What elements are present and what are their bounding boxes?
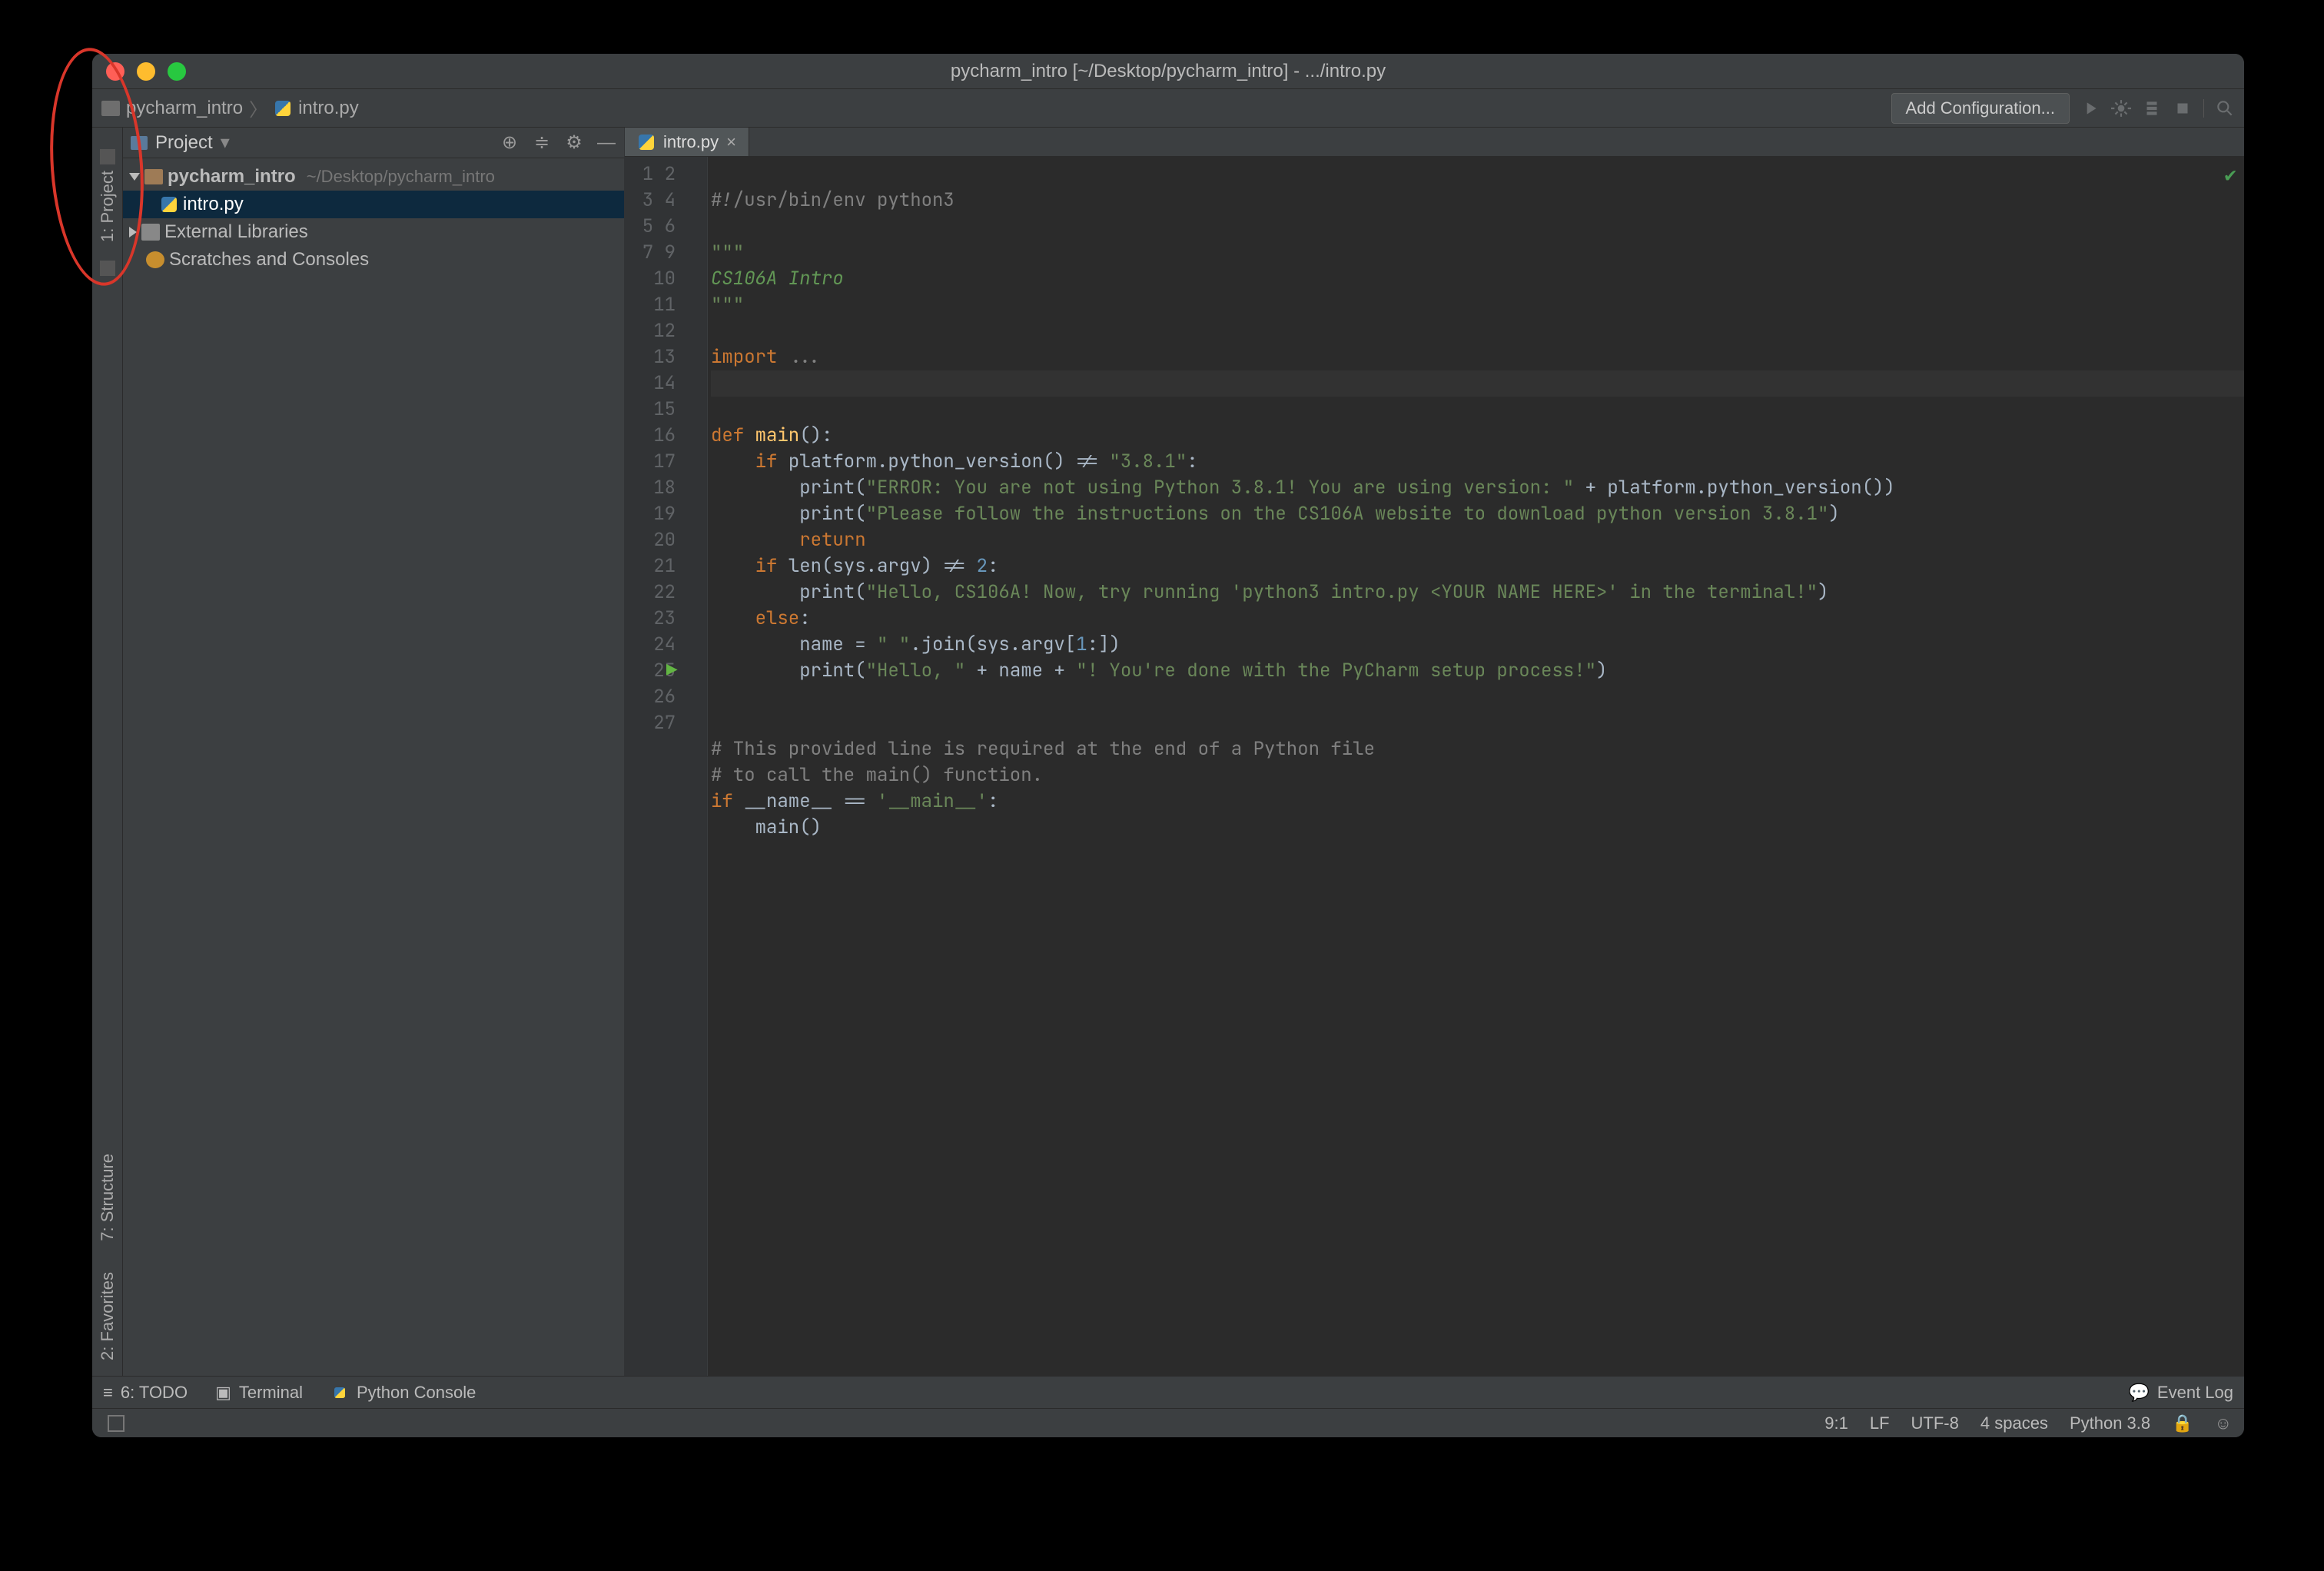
project-panel-tools: ⊕ ≑ ⚙ —: [500, 133, 616, 153]
event-log-label: Event Log: [2157, 1383, 2233, 1403]
project-view-icon: [131, 136, 148, 150]
breadcrumb: pycharm_intro 〉 intro.py: [101, 95, 359, 121]
toolbar-right: Add Configuration...: [1891, 93, 2235, 124]
close-tab-icon[interactable]: ×: [726, 132, 736, 152]
line-separator[interactable]: LF: [1870, 1413, 1890, 1433]
python-console-label: Python Console: [357, 1383, 476, 1403]
tree-root-label: pycharm_intro: [168, 166, 296, 188]
python-icon: [334, 1386, 347, 1399]
list-icon: ≡: [103, 1383, 113, 1403]
editor-body: 1 2 3 4 5 6 7 9 10 11 12 13 14 15 16 17 …: [625, 157, 2244, 1376]
project-tree: pycharm_intro ~/Desktop/pycharm_intro in…: [123, 158, 624, 278]
project-tool-window: Project ▾ ⊕ ≑ ⚙ — pycharm_intro ~/Deskto…: [123, 128, 625, 1376]
editor-area: intro.py × 1 2 3 4 5 6 7 9 10 11 12 13 1…: [625, 128, 2244, 1376]
rail-favorites[interactable]: 2: Favorites: [98, 1272, 118, 1360]
python-file-icon: [160, 195, 178, 214]
python-console-tool-button[interactable]: Python Console: [330, 1383, 476, 1403]
disclosure-down-icon[interactable]: [129, 173, 140, 181]
disclosure-right-icon[interactable]: [129, 227, 137, 237]
terminal-tool-button[interactable]: ▣ Terminal: [215, 1383, 303, 1403]
rail-project-label: 1: Project: [98, 171, 118, 242]
hide-panel-icon[interactable]: —: [596, 133, 616, 153]
lock-icon[interactable]: 🔒: [2172, 1413, 2193, 1433]
todo-label: 6: TODO: [121, 1383, 188, 1403]
run-with-coverage-icon[interactable]: [2142, 98, 2162, 118]
terminal-icon: ▣: [215, 1383, 231, 1403]
scratch-icon: [146, 251, 164, 268]
pycharm-window: pycharm_intro [~/Desktop/pycharm_intro] …: [92, 54, 2244, 1437]
folder-icon: [144, 169, 163, 184]
inspection-ok-icon[interactable]: ✔: [2224, 161, 2236, 188]
main-body: 1: Project 7: Structure 2: Favorites Pro…: [92, 128, 2244, 1376]
debug-icon[interactable]: [2111, 98, 2131, 118]
tree-file-label: intro.py: [183, 194, 244, 215]
project-panel-header: Project ▾ ⊕ ≑ ⚙ —: [123, 128, 624, 158]
project-panel-title[interactable]: Project: [155, 132, 213, 154]
navigation-bar: pycharm_intro 〉 intro.py Add Configurati…: [92, 89, 2244, 128]
speech-bubble-icon: 💬: [2129, 1383, 2150, 1403]
tree-external-libraries[interactable]: External Libraries: [123, 218, 624, 246]
rail-structure-label: 7: Structure: [98, 1154, 118, 1241]
bottom-toolbar: ≡ 6: TODO ▣ Terminal Python Console 💬 Ev…: [92, 1376, 2244, 1408]
chevron-down-icon[interactable]: ▾: [221, 131, 230, 154]
run-gutter-icon[interactable]: ▶: [666, 658, 677, 684]
event-log-button[interactable]: 💬 Event Log: [2129, 1383, 2233, 1403]
folder-icon: [101, 101, 120, 116]
project-rail-icon: [100, 149, 115, 164]
python-file-icon: [637, 133, 656, 151]
code-editor[interactable]: ✔#!/usr/bin/env python3 """ CS106A Intro…: [708, 157, 2244, 1376]
library-icon: [141, 224, 160, 241]
breadcrumb-file[interactable]: intro.py: [298, 98, 359, 119]
bookmarks-rail-icon[interactable]: [100, 261, 115, 276]
breadcrumb-project[interactable]: pycharm_intro: [126, 98, 243, 119]
caret-position[interactable]: 9:1: [1824, 1413, 1848, 1433]
titlebar: pycharm_intro [~/Desktop/pycharm_intro] …: [92, 54, 2244, 89]
chevron-right-icon: 〉: [249, 95, 267, 121]
tree-root-path: ~/Desktop/pycharm_intro: [307, 167, 495, 187]
collapse-all-icon[interactable]: ≑: [532, 133, 552, 153]
status-bar: 9:1 LF UTF-8 4 spaces Python 3.8 🔒 ☺: [92, 1408, 2244, 1437]
search-icon[interactable]: [2215, 98, 2235, 118]
line-gutter: 1 2 3 4 5 6 7 9 10 11 12 13 14 15 16 17 …: [625, 157, 685, 1376]
tree-root[interactable]: pycharm_intro ~/Desktop/pycharm_intro: [123, 163, 624, 191]
indent-setting[interactable]: 4 spaces: [1980, 1413, 2048, 1433]
stop-icon[interactable]: [2173, 98, 2193, 118]
tree-scratches[interactable]: Scratches and Consoles: [123, 246, 624, 274]
editor-tab-intro[interactable]: intro.py ×: [625, 128, 749, 156]
file-encoding[interactable]: UTF-8: [1911, 1413, 1959, 1433]
run-icon[interactable]: [2080, 98, 2100, 118]
terminal-label: Terminal: [239, 1383, 303, 1403]
interpreter-label[interactable]: Python 3.8: [2070, 1413, 2150, 1433]
rail-project[interactable]: 1: Project: [98, 149, 118, 242]
add-configuration-button[interactable]: Add Configuration...: [1891, 93, 2070, 124]
fold-column: [685, 157, 708, 1376]
left-tool-rail: 1: Project 7: Structure 2: Favorites: [92, 128, 123, 1376]
rail-structure[interactable]: 7: Structure: [98, 1154, 118, 1241]
gear-icon[interactable]: ⚙: [564, 133, 584, 153]
todo-tool-button[interactable]: ≡ 6: TODO: [103, 1383, 188, 1403]
tab-label: intro.py: [663, 132, 719, 152]
locate-icon[interactable]: ⊕: [500, 133, 520, 153]
python-file-icon: [274, 99, 292, 118]
tool-windows-toggle-icon[interactable]: [108, 1415, 124, 1432]
tree-ext-lib-label: External Libraries: [164, 221, 308, 243]
editor-tabbar: intro.py ×: [625, 128, 2244, 157]
tree-file-intro[interactable]: intro.py: [123, 191, 624, 218]
window-title: pycharm_intro [~/Desktop/pycharm_intro] …: [92, 61, 2244, 82]
rail-favorites-label: 2: Favorites: [98, 1272, 118, 1360]
tree-scratches-label: Scratches and Consoles: [169, 249, 369, 271]
inspector-icon[interactable]: ☺: [2215, 1413, 2232, 1433]
